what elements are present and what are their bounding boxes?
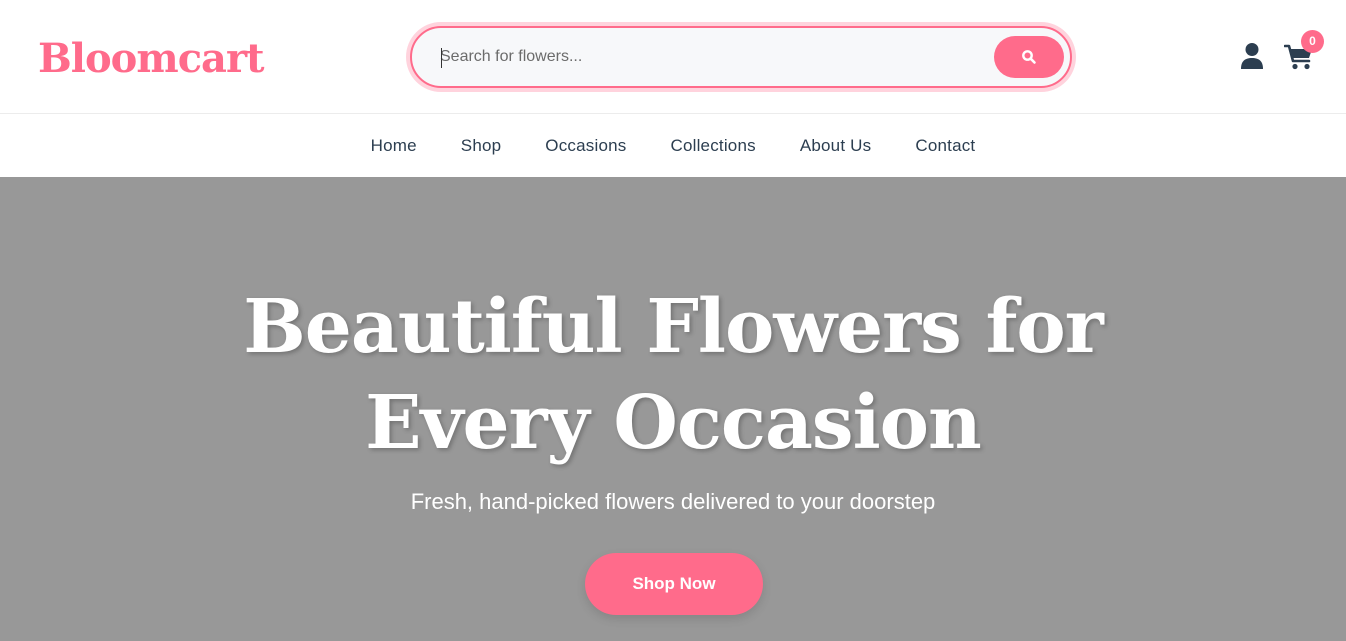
cart-count-badge: 0: [1301, 30, 1324, 53]
hero-subtitle: Fresh, hand-picked flowers delivered to …: [410, 489, 936, 514]
nav-item-shop[interactable]: Shop: [461, 136, 502, 156]
hero-title: Beautiful Flowers for Every Occasion: [173, 279, 1173, 471]
nav-item-collections[interactable]: Collections: [670, 136, 755, 156]
text-caret: [441, 48, 442, 68]
search-button[interactable]: [994, 36, 1064, 78]
brand-logo[interactable]: Bloomcart: [38, 33, 265, 85]
shop-now-button[interactable]: Shop Now: [585, 553, 763, 615]
nav-item-contact[interactable]: Contact: [915, 136, 975, 156]
nav-item-occasions[interactable]: Occasions: [545, 136, 626, 156]
hero-title-line-2: Every Occasion: [365, 380, 982, 466]
hero-title-line-1: Beautiful Flowers for: [243, 284, 1104, 370]
nav-item-about-us[interactable]: About Us: [800, 136, 872, 156]
search-icon: [1022, 50, 1036, 64]
search-input[interactable]: [440, 42, 980, 72]
search-bar: [410, 26, 1072, 88]
hero-banner: Beautiful Flowers for Every Occasion Fre…: [0, 177, 1346, 641]
user-icon[interactable]: [1240, 42, 1264, 70]
main-nav: Home Shop Occasions Collections About Us…: [0, 115, 1346, 177]
site-header: Bloomcart 0: [0, 0, 1346, 114]
nav-item-home[interactable]: Home: [371, 136, 417, 156]
